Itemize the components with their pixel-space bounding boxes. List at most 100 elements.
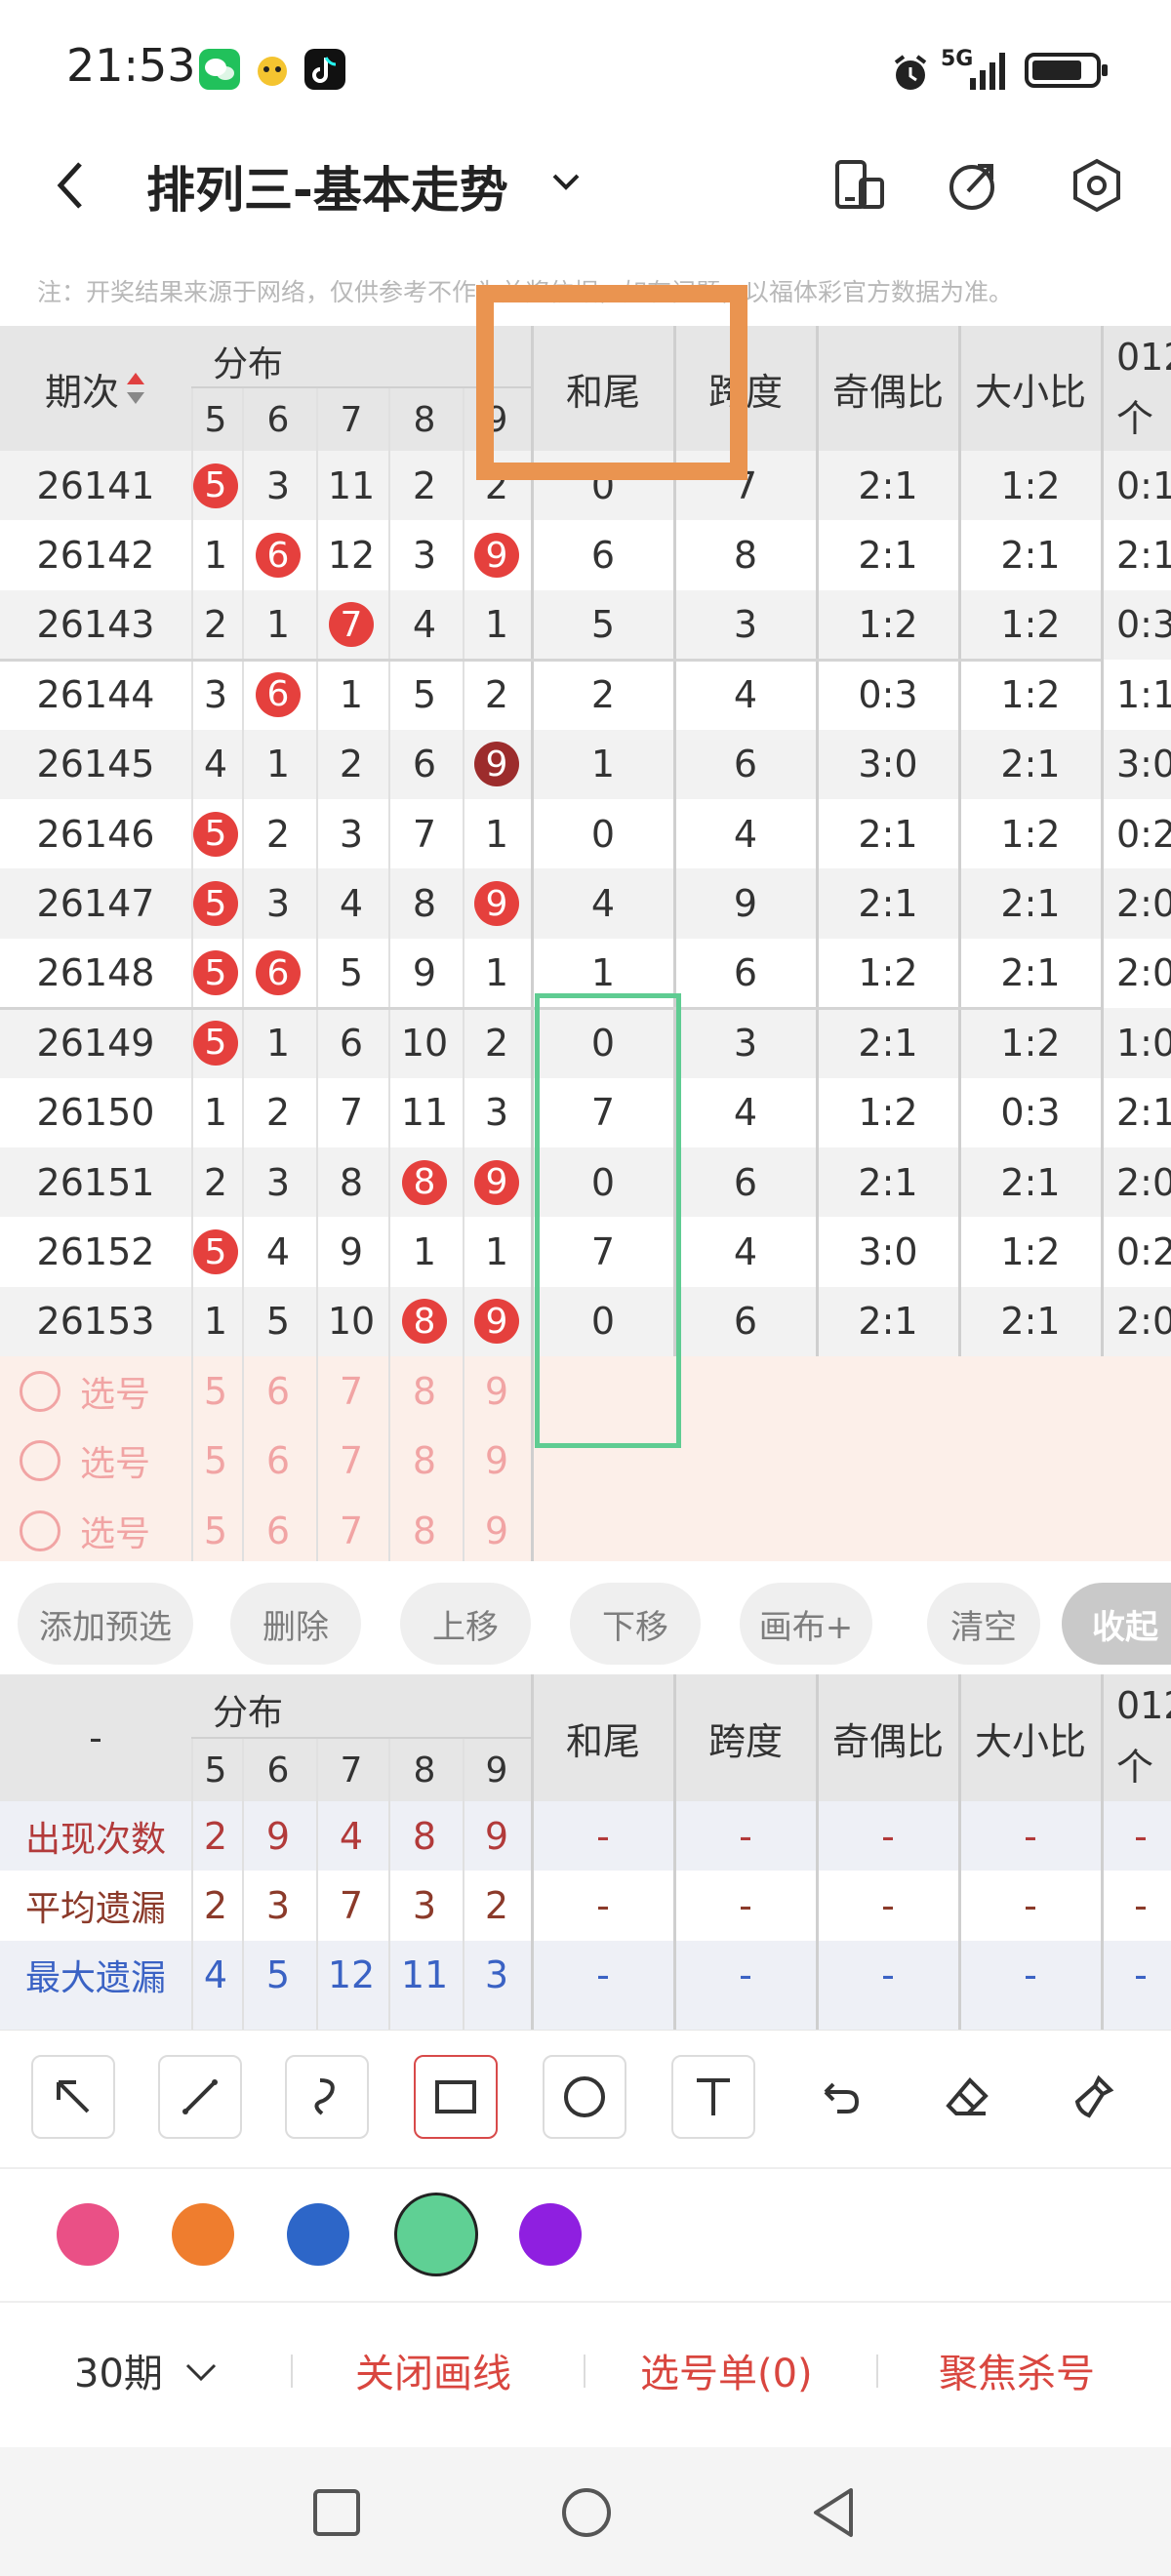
tiktok-icon	[304, 49, 345, 90]
stats-label: 平均遗漏	[24, 1889, 166, 1930]
pick-digit[interactable]: 5	[191, 1356, 240, 1426]
eraser-icon[interactable]	[925, 2055, 1009, 2139]
chevron-down-icon[interactable]	[548, 168, 584, 201]
digit-cell: 5	[412, 672, 437, 716]
stats-table: - 分布 和尾 跨度 奇偶比 大小比 012 个数 56789出现次数29489…	[0, 1674, 1171, 2030]
curve-tool-icon[interactable]	[285, 2055, 369, 2139]
signal-icon	[966, 49, 1013, 96]
pick-digit[interactable]: 9	[463, 1496, 531, 1561]
digit-cell: 1	[412, 1230, 437, 1274]
span-cell: 4	[733, 812, 758, 856]
brush-clear-icon[interactable]	[1052, 2055, 1136, 2139]
back-icon[interactable]	[51, 158, 90, 217]
text-tool-icon[interactable]	[671, 2055, 755, 2139]
stats-digit-cell: 9	[265, 1814, 291, 1858]
zero12-cell: 2:0	[1116, 1300, 1171, 1344]
period-cell: 26143	[36, 603, 155, 647]
stats-dash-cell: -	[739, 1953, 752, 1997]
pick-row[interactable]: 选号	[20, 1427, 185, 1496]
span-cell: 6	[733, 743, 758, 786]
phone-icon[interactable]	[831, 158, 886, 217]
pick-row[interactable]: 选号	[20, 1496, 185, 1561]
hit-ball: 6	[256, 533, 301, 579]
pick-digit[interactable]: 6	[242, 1356, 314, 1426]
hit-ball: 5	[193, 811, 238, 857]
action-button[interactable]: 删除	[230, 1583, 361, 1665]
radio-icon[interactable]	[20, 1509, 61, 1551]
pick-row[interactable]: 选号	[20, 1356, 185, 1426]
stats-digit-cell: 2	[203, 1814, 228, 1858]
pick-label: 选号	[80, 1444, 151, 1485]
pick-list-button[interactable]: 选号单(0)	[640, 2342, 813, 2398]
pick-digit[interactable]: 7	[316, 1356, 386, 1426]
action-button[interactable]: 收起	[1062, 1583, 1171, 1665]
action-button[interactable]: 下移	[570, 1583, 701, 1665]
arrow-tool-icon[interactable]	[31, 2055, 115, 2139]
grid-line	[463, 1739, 464, 2030]
page-title[interactable]: 排列三-基本走势	[146, 151, 508, 221]
pick-digit[interactable]: 6	[242, 1496, 314, 1561]
color-swatch[interactable]	[287, 2203, 349, 2266]
home-icon[interactable]	[560, 2486, 613, 2543]
action-button[interactable]: 画布+	[740, 1583, 872, 1665]
action-button[interactable]: 清空	[927, 1583, 1040, 1665]
grid-line	[531, 326, 534, 1561]
pick-digit[interactable]: 5	[191, 1496, 240, 1561]
pick-digit[interactable]: 5	[191, 1427, 240, 1496]
distribution-header: 分布	[213, 344, 284, 384]
undo-icon[interactable]	[798, 2055, 882, 2139]
settings-icon[interactable]	[1070, 158, 1124, 217]
rect-tool-icon[interactable]	[414, 2055, 498, 2139]
digit-col-header: 8	[413, 399, 436, 440]
pick-digit[interactable]: 7	[316, 1496, 386, 1561]
odd-even-cell: 1:2	[858, 1091, 918, 1135]
digit-cell: 5	[191, 1217, 240, 1286]
back-nav-icon[interactable]	[808, 2486, 859, 2543]
line-tool-icon[interactable]	[158, 2055, 242, 2139]
grid-line	[463, 388, 464, 1561]
pick-digit[interactable]: 6	[242, 1427, 314, 1496]
grid-line	[191, 1737, 531, 1739]
period-sort-header[interactable]: 期次	[0, 326, 191, 451]
pick-digit[interactable]: 8	[388, 1356, 461, 1426]
recent-apps-icon[interactable]	[312, 2488, 361, 2541]
pick-digit[interactable]: 9	[463, 1427, 531, 1496]
pick-digit[interactable]: 8	[388, 1427, 461, 1496]
big-small-cell: 2:1	[1000, 1160, 1061, 1204]
action-button[interactable]: 上移	[400, 1583, 531, 1665]
color-swatch[interactable]	[172, 2203, 234, 2266]
focus-kill-button[interactable]: 聚焦杀号	[939, 2342, 1095, 2398]
close-draw-button[interactable]: 关闭画线	[355, 2342, 511, 2398]
period-cell: 26152	[36, 1230, 155, 1274]
digit-cell: 3	[265, 1160, 291, 1204]
period-cell: 26151	[36, 1160, 155, 1204]
share-icon[interactable]	[947, 158, 1001, 217]
odd-even-cell: 2:1	[858, 1160, 918, 1204]
color-swatch[interactable]	[57, 2203, 119, 2266]
hit-ball: 8	[402, 1159, 447, 1205]
digit-cell: 2	[484, 1021, 509, 1065]
grid-line	[531, 1674, 534, 2030]
span-cell: 4	[733, 672, 758, 716]
stats-digit-cell: 12	[327, 1953, 376, 1997]
drawn-green-rectangle[interactable]	[535, 993, 681, 1448]
mascot-icon	[252, 49, 293, 90]
zero12-cell: 2:1	[1116, 534, 1171, 578]
digit-cell: 5	[191, 451, 240, 520]
digit-cell: 4	[412, 603, 437, 647]
radio-icon[interactable]	[20, 1370, 61, 1412]
pick-digit[interactable]: 8	[388, 1496, 461, 1561]
drawn-orange-rectangle[interactable]	[476, 285, 747, 480]
circle-tool-icon[interactable]	[543, 2055, 626, 2139]
color-swatch[interactable]	[519, 2203, 582, 2266]
action-button[interactable]: 添加预选	[18, 1583, 193, 1665]
color-swatch[interactable]	[394, 2193, 478, 2276]
radio-icon[interactable]	[20, 1440, 61, 1482]
pick-digit[interactable]: 7	[316, 1427, 386, 1496]
pick-digit[interactable]: 9	[463, 1356, 531, 1426]
big-small-cell: 2:1	[1000, 1300, 1061, 1344]
digit-cell: 8	[339, 1160, 364, 1204]
period-select[interactable]: 30期	[74, 2342, 221, 2398]
digit-cell: 9	[463, 520, 531, 589]
hit-ball: 9	[474, 742, 519, 787]
